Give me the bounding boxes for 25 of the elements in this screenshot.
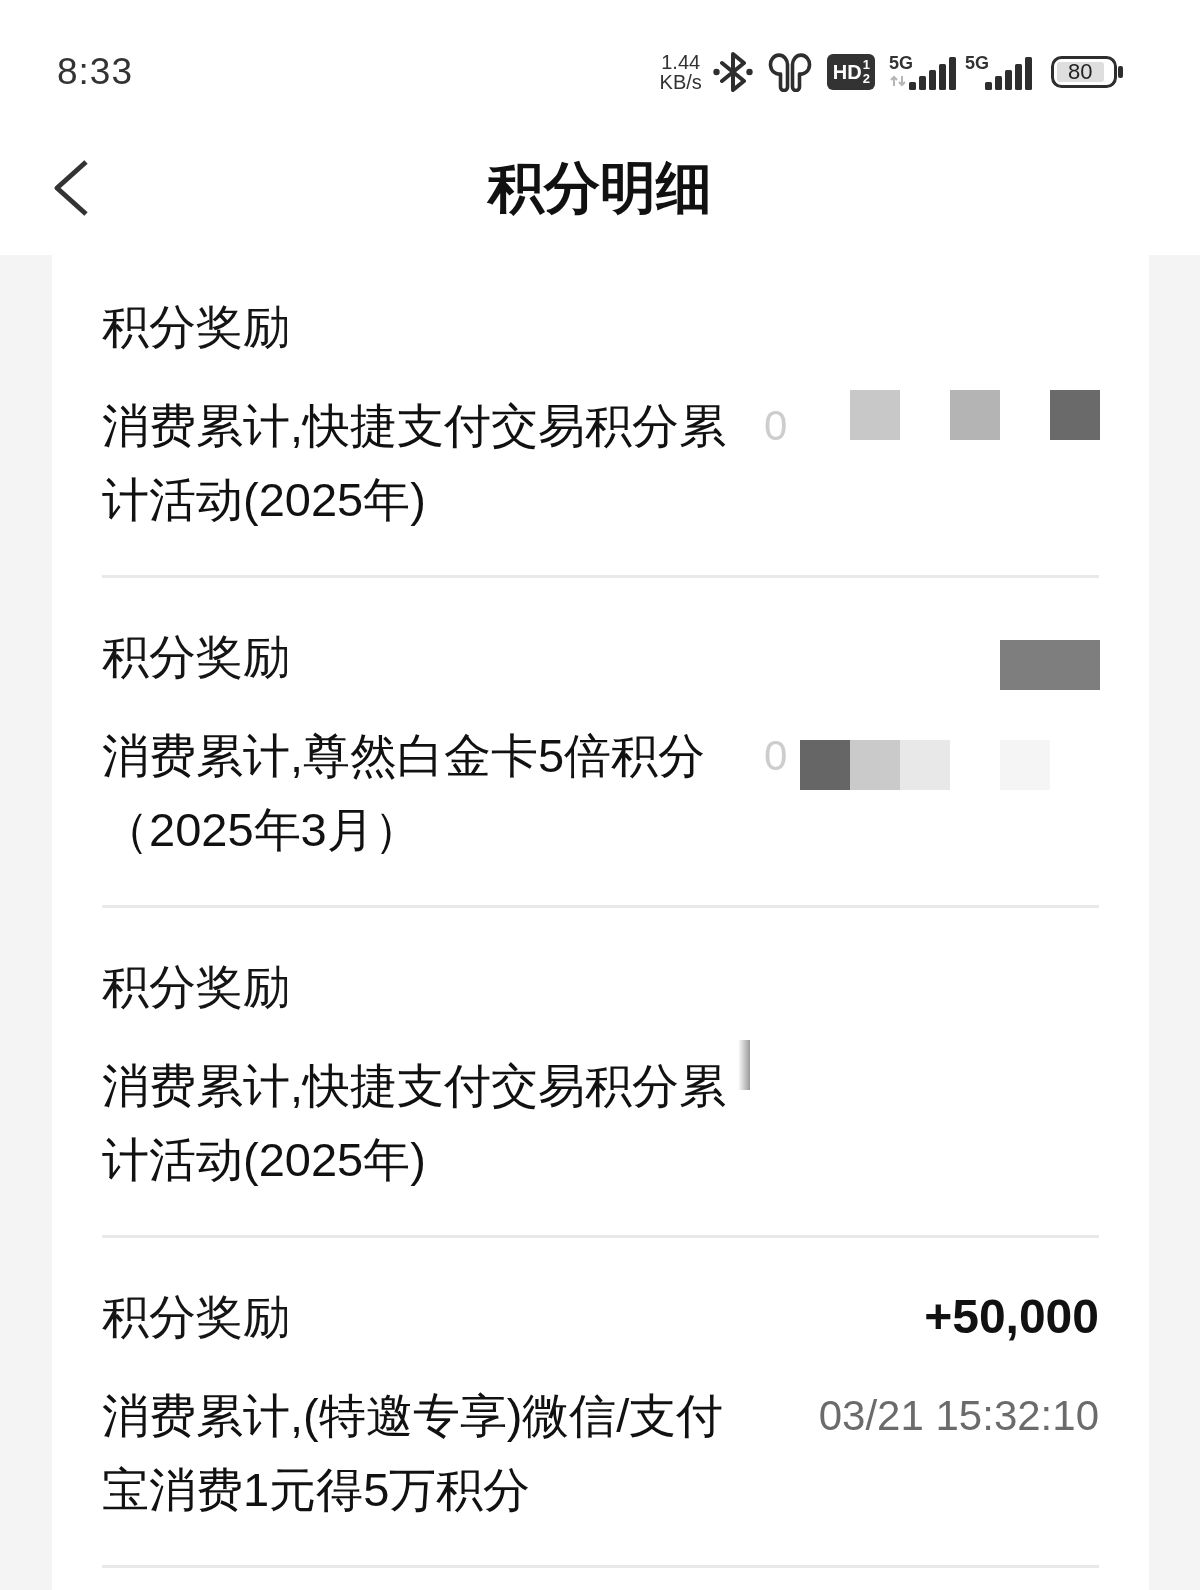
- clock-time: 8:33: [57, 51, 133, 93]
- back-icon: [52, 158, 90, 217]
- back-button[interactable]: [52, 158, 90, 217]
- battery-percentage: 80: [1068, 60, 1093, 84]
- network-speed-unit: KB/s: [659, 72, 702, 92]
- record-title: 积分奖励: [102, 299, 291, 355]
- battery-icon: [1051, 56, 1123, 88]
- page-title: 积分明细: [488, 154, 712, 221]
- record-description: 消费累计,尊然白金卡5倍积分（2025年3月）: [102, 728, 707, 858]
- record-title: 积分奖励: [102, 1289, 291, 1345]
- network-speed-value: 1.44: [661, 52, 701, 72]
- record-description: 消费累计,快捷支付交易积分累计活动(2025年): [102, 1058, 728, 1188]
- record-title: 积分奖励: [102, 959, 291, 1015]
- network-type-label: 5G: [888, 54, 913, 72]
- record-time: 03/21 15:32:10: [818, 1391, 1099, 1441]
- points-amount: +50,000: [924, 1289, 1099, 1345]
- network-type-label: 5G: [965, 54, 989, 72]
- earbuds-icon: [767, 52, 812, 92]
- hd-label: HD: [832, 61, 862, 83]
- record-description: 消费累计,(特邀专享)微信/支付宝消费1元得5万积分: [102, 1388, 725, 1518]
- record-description: 消费累计,快捷支付交易积分累计活动(2025年): [102, 398, 728, 528]
- hd-top-digit: 1: [862, 58, 870, 72]
- record-title: 积分奖励: [102, 629, 291, 685]
- hd-bottom-digit: 2: [862, 72, 870, 86]
- bluetooth-icon: [712, 52, 753, 92]
